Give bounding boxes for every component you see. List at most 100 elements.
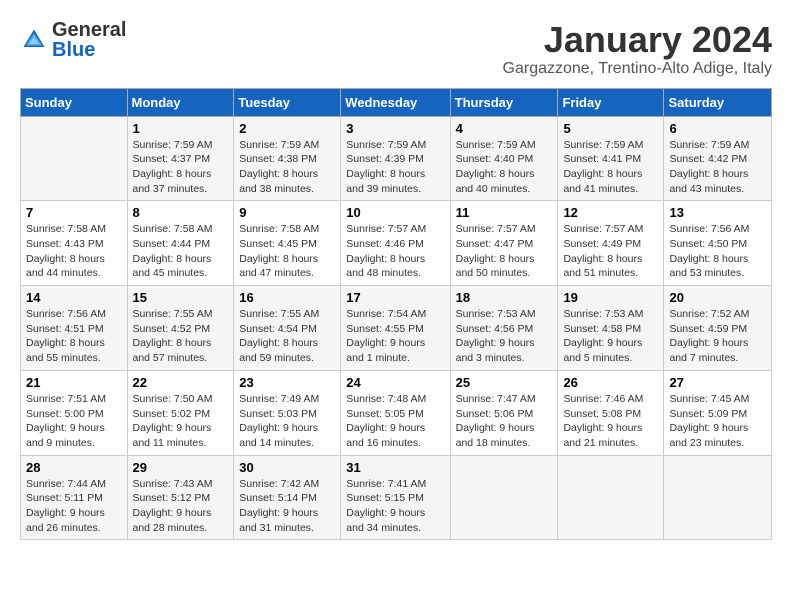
calendar-cell bbox=[21, 116, 128, 201]
day-number: 27 bbox=[669, 375, 766, 390]
header-cell-sunday: Sunday bbox=[21, 88, 128, 116]
calendar-cell: 1 Sunrise: 7:59 AM Sunset: 4:37 PM Daylig… bbox=[127, 116, 234, 201]
day-number: 24 bbox=[346, 375, 444, 390]
calendar-cell: 13 Sunrise: 7:56 AM Sunset: 4:50 PM Dayli… bbox=[664, 201, 772, 286]
calendar-cell: 20Sunrise: 7:52 AM Sunset: 4:59 PM Dayli… bbox=[664, 286, 772, 371]
calendar-cell: 2Sunrise: 7:59 AM Sunset: 4:38 PM Daylig… bbox=[234, 116, 341, 201]
header-cell-friday: Friday bbox=[558, 88, 664, 116]
calendar-cell: 23 Sunrise: 7:49 AM Sunset: 5:03 PM Dayli… bbox=[234, 370, 341, 455]
day-info: Sunrise: 7:57 AM Sunset: 4:49 PM Dayligh… bbox=[563, 222, 658, 281]
day-number: 26 bbox=[563, 375, 658, 390]
logo: General Blue bbox=[20, 20, 126, 60]
header-cell-thursday: Thursday bbox=[450, 88, 558, 116]
calendar-cell bbox=[450, 455, 558, 540]
calendar-table: SundayMondayTuesdayWednesdayThursdayFrid… bbox=[20, 88, 772, 541]
header-cell-wednesday: Wednesday bbox=[341, 88, 450, 116]
day-info: Sunrise: 7:50 AM Sunset: 5:02 PM Dayligh… bbox=[133, 392, 229, 451]
logo-blue-text: Blue bbox=[52, 40, 126, 60]
logo-icon bbox=[20, 26, 48, 54]
calendar-cell: 17 Sunrise: 7:54 AM Sunset: 4:55 PM Dayli… bbox=[341, 286, 450, 371]
calendar-cell: 7 Sunrise: 7:58 AM Sunset: 4:43 PM Daylig… bbox=[21, 201, 128, 286]
day-info: Sunrise: 7:53 AM Sunset: 4:56 PM Dayligh… bbox=[456, 307, 553, 366]
calendar-cell: 16 Sunrise: 7:55 AM Sunset: 4:54 PM Dayli… bbox=[234, 286, 341, 371]
header-cell-tuesday: Tuesday bbox=[234, 88, 341, 116]
day-info: Sunrise: 7:47 AM Sunset: 5:06 PM Dayligh… bbox=[456, 392, 553, 451]
day-info: Sunrise: 7:59 AM Sunset: 4:39 PM Dayligh… bbox=[346, 138, 444, 197]
day-number: 3 bbox=[346, 121, 444, 136]
day-info: Sunrise: 7:59 AM Sunset: 4:42 PM Dayligh… bbox=[669, 138, 766, 197]
day-info: Sunrise: 7:49 AM Sunset: 5:03 PM Dayligh… bbox=[239, 392, 335, 451]
month-title: January 2024 bbox=[503, 20, 772, 60]
calendar-cell: 31Sunrise: 7:41 AM Sunset: 5:15 PM Dayli… bbox=[341, 455, 450, 540]
calendar-cell: 19 Sunrise: 7:53 AM Sunset: 4:58 PM Dayli… bbox=[558, 286, 664, 371]
day-number: 28 bbox=[26, 460, 122, 475]
day-info: Sunrise: 7:57 AM Sunset: 4:46 PM Dayligh… bbox=[346, 222, 444, 281]
day-info: Sunrise: 7:43 AM Sunset: 5:12 PM Dayligh… bbox=[133, 477, 229, 536]
day-number: 23 bbox=[239, 375, 335, 390]
day-number: 13 bbox=[669, 205, 766, 220]
day-info: Sunrise: 7:55 AM Sunset: 4:54 PM Dayligh… bbox=[239, 307, 335, 366]
day-number: 1 bbox=[133, 121, 229, 136]
day-number: 30 bbox=[239, 460, 335, 475]
day-info: Sunrise: 7:56 AM Sunset: 4:51 PM Dayligh… bbox=[26, 307, 122, 366]
day-info: Sunrise: 7:55 AM Sunset: 4:52 PM Dayligh… bbox=[133, 307, 229, 366]
calendar-cell: 24 Sunrise: 7:48 AM Sunset: 5:05 PM Dayli… bbox=[341, 370, 450, 455]
day-info: Sunrise: 7:59 AM Sunset: 4:37 PM Dayligh… bbox=[133, 138, 229, 197]
day-number: 9 bbox=[239, 205, 335, 220]
day-info: Sunrise: 7:48 AM Sunset: 5:05 PM Dayligh… bbox=[346, 392, 444, 451]
day-number: 12 bbox=[563, 205, 658, 220]
day-info: Sunrise: 7:51 AM Sunset: 5:00 PM Dayligh… bbox=[26, 392, 122, 451]
day-number: 15 bbox=[133, 290, 229, 305]
calendar-cell: 29 Sunrise: 7:43 AM Sunset: 5:12 PM Dayli… bbox=[127, 455, 234, 540]
day-info: Sunrise: 7:57 AM Sunset: 4:47 PM Dayligh… bbox=[456, 222, 553, 281]
day-info: Sunrise: 7:54 AM Sunset: 4:55 PM Dayligh… bbox=[346, 307, 444, 366]
day-number: 25 bbox=[456, 375, 553, 390]
day-info: Sunrise: 7:58 AM Sunset: 4:43 PM Dayligh… bbox=[26, 222, 122, 281]
day-number: 29 bbox=[133, 460, 229, 475]
calendar-cell: 11 Sunrise: 7:57 AM Sunset: 4:47 PM Dayli… bbox=[450, 201, 558, 286]
calendar-cell: 8Sunrise: 7:58 AM Sunset: 4:44 PM Daylig… bbox=[127, 201, 234, 286]
day-info: Sunrise: 7:56 AM Sunset: 4:50 PM Dayligh… bbox=[669, 222, 766, 281]
day-number: 11 bbox=[456, 205, 553, 220]
day-number: 22 bbox=[133, 375, 229, 390]
week-row-4: 21 Sunrise: 7:51 AM Sunset: 5:00 PM Dayli… bbox=[21, 370, 772, 455]
calendar-cell: 28Sunrise: 7:44 AM Sunset: 5:11 PM Dayli… bbox=[21, 455, 128, 540]
week-row-3: 14 Sunrise: 7:56 AM Sunset: 4:51 PM Dayli… bbox=[21, 286, 772, 371]
day-info: Sunrise: 7:46 AM Sunset: 5:08 PM Dayligh… bbox=[563, 392, 658, 451]
day-number: 7 bbox=[26, 205, 122, 220]
day-number: 10 bbox=[346, 205, 444, 220]
calendar-cell: 22 Sunrise: 7:50 AM Sunset: 5:02 PM Dayli… bbox=[127, 370, 234, 455]
calendar-cell: 9 Sunrise: 7:58 AM Sunset: 4:45 PM Daylig… bbox=[234, 201, 341, 286]
day-number: 8 bbox=[133, 205, 229, 220]
calendar-cell: 21 Sunrise: 7:51 AM Sunset: 5:00 PM Dayli… bbox=[21, 370, 128, 455]
day-number: 2 bbox=[239, 121, 335, 136]
week-row-5: 28Sunrise: 7:44 AM Sunset: 5:11 PM Dayli… bbox=[21, 455, 772, 540]
day-number: 5 bbox=[563, 121, 658, 136]
header-cell-monday: Monday bbox=[127, 88, 234, 116]
calendar-cell: 27 Sunrise: 7:45 AM Sunset: 5:09 PM Dayli… bbox=[664, 370, 772, 455]
calendar-cell: 5 Sunrise: 7:59 AM Sunset: 4:41 PM Daylig… bbox=[558, 116, 664, 201]
day-info: Sunrise: 7:59 AM Sunset: 4:40 PM Dayligh… bbox=[456, 138, 553, 197]
calendar-cell: 26 Sunrise: 7:46 AM Sunset: 5:08 PM Dayli… bbox=[558, 370, 664, 455]
calendar-cell: 30Sunrise: 7:42 AM Sunset: 5:14 PM Dayli… bbox=[234, 455, 341, 540]
day-number: 16 bbox=[239, 290, 335, 305]
day-number: 17 bbox=[346, 290, 444, 305]
day-info: Sunrise: 7:41 AM Sunset: 5:15 PM Dayligh… bbox=[346, 477, 444, 536]
day-number: 4 bbox=[456, 121, 553, 136]
calendar-cell: 15 Sunrise: 7:55 AM Sunset: 4:52 PM Dayli… bbox=[127, 286, 234, 371]
day-number: 19 bbox=[563, 290, 658, 305]
week-row-1: 1 Sunrise: 7:59 AM Sunset: 4:37 PM Daylig… bbox=[21, 116, 772, 201]
calendar-cell: 14 Sunrise: 7:56 AM Sunset: 4:51 PM Dayli… bbox=[21, 286, 128, 371]
location-title: Gargazzone, Trentino-Alto Adige, Italy bbox=[503, 60, 772, 78]
day-info: Sunrise: 7:45 AM Sunset: 5:09 PM Dayligh… bbox=[669, 392, 766, 451]
day-number: 21 bbox=[26, 375, 122, 390]
logo-general-text: General bbox=[52, 20, 126, 40]
day-info: Sunrise: 7:59 AM Sunset: 4:41 PM Dayligh… bbox=[563, 138, 658, 197]
week-row-2: 7 Sunrise: 7:58 AM Sunset: 4:43 PM Daylig… bbox=[21, 201, 772, 286]
day-info: Sunrise: 7:52 AM Sunset: 4:59 PM Dayligh… bbox=[669, 307, 766, 366]
day-info: Sunrise: 7:53 AM Sunset: 4:58 PM Dayligh… bbox=[563, 307, 658, 366]
day-info: Sunrise: 7:58 AM Sunset: 4:45 PM Dayligh… bbox=[239, 222, 335, 281]
page-header: General Blue January 2024 Gargazzone, Tr… bbox=[20, 20, 772, 78]
day-number: 14 bbox=[26, 290, 122, 305]
calendar-cell: 4 Sunrise: 7:59 AM Sunset: 4:40 PM Daylig… bbox=[450, 116, 558, 201]
